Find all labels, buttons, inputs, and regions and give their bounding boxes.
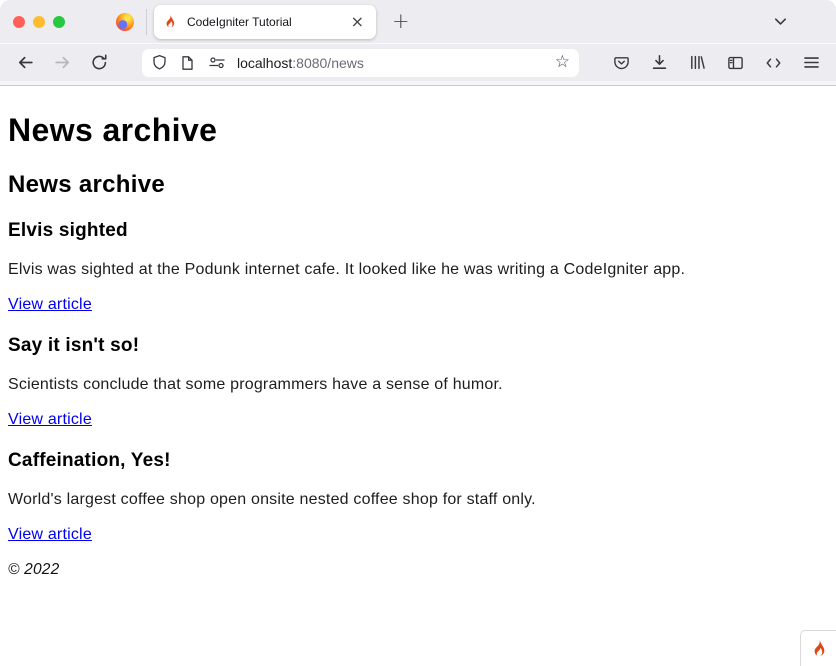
toolbar-actions [611,53,821,73]
page-content: News archive News archive Elvis sighted … [0,112,836,579]
pocket-icon[interactable] [611,53,631,73]
news-item-body: World's largest coffee shop open onsite … [8,491,828,509]
url-bar[interactable]: localhost:8080/news ☆ [142,49,579,77]
browser-window: CodeIgniter Tutorial × + [0,0,836,666]
tab-close-icon[interactable]: × [348,14,367,30]
news-item-body: Scientists conclude that some programmer… [8,376,828,394]
url-host: localhost [237,55,292,71]
tab-separator [146,9,147,35]
codeigniter-flame-favicon [163,15,177,29]
news-item: Elvis sighted Elvis was sighted at the P… [8,220,828,314]
downloads-icon[interactable] [649,53,669,73]
zoom-window-button[interactable] [53,16,65,28]
url-input[interactable]: localhost:8080/news [237,55,555,71]
news-item-title: Caffeination, Yes! [8,450,828,472]
view-article-link[interactable]: View article [8,526,92,543]
news-item: Say it isn't so! Scientists conclude tha… [8,335,828,429]
firefox-logo-icon [116,13,134,31]
sidebar-toggle-icon[interactable] [725,53,745,73]
devtools-code-icon[interactable] [763,53,783,73]
page-title: News archive [8,112,828,149]
library-icon[interactable] [687,53,707,73]
back-button[interactable] [15,53,35,73]
news-item-title: Say it isn't so! [8,335,828,357]
tracking-protection-shield-icon[interactable] [151,54,168,71]
codeigniter-flame-icon [810,640,828,658]
list-all-tabs-chevron-down-icon[interactable] [771,12,790,31]
tab-codeigniter-tutorial[interactable]: CodeIgniter Tutorial × [154,5,376,39]
view-article-link[interactable]: View article [8,296,92,313]
news-item-title: Elvis sighted [8,220,828,242]
close-window-button[interactable] [13,16,25,28]
copyright-footer: © 2022 [8,561,828,579]
minimize-window-button[interactable] [33,16,45,28]
news-item: Caffeination, Yes! World's largest coffe… [8,450,828,544]
reload-button[interactable] [89,53,109,73]
new-tab-button[interactable]: + [392,11,410,32]
window-controls [13,16,65,28]
bookmark-star-icon[interactable]: ☆ [555,54,570,71]
navigation-toolbar: localhost:8080/news ☆ [0,44,836,81]
news-item-link-row: View article [8,296,828,314]
section-heading: News archive [8,171,828,199]
page-info-icon[interactable] [180,55,195,71]
tab-bar: CodeIgniter Tutorial × + [0,0,836,43]
news-item-link-row: View article [8,411,828,429]
tab-title: CodeIgniter Tutorial [187,15,348,29]
forward-button[interactable] [52,53,72,73]
view-article-link[interactable]: View article [8,411,92,428]
site-permissions-sliders-icon[interactable] [208,54,226,71]
url-path: :8080/news [292,55,364,71]
toolbar-bottom-border [0,85,836,86]
news-item-body: Elvis was sighted at the Podunk internet… [8,261,828,279]
news-item-link-row: View article [8,526,828,544]
menu-hamburger-icon[interactable] [801,53,821,73]
codeigniter-debugbar-toggle-button[interactable] [800,630,836,666]
copyright-text: © 2022 [8,561,59,578]
